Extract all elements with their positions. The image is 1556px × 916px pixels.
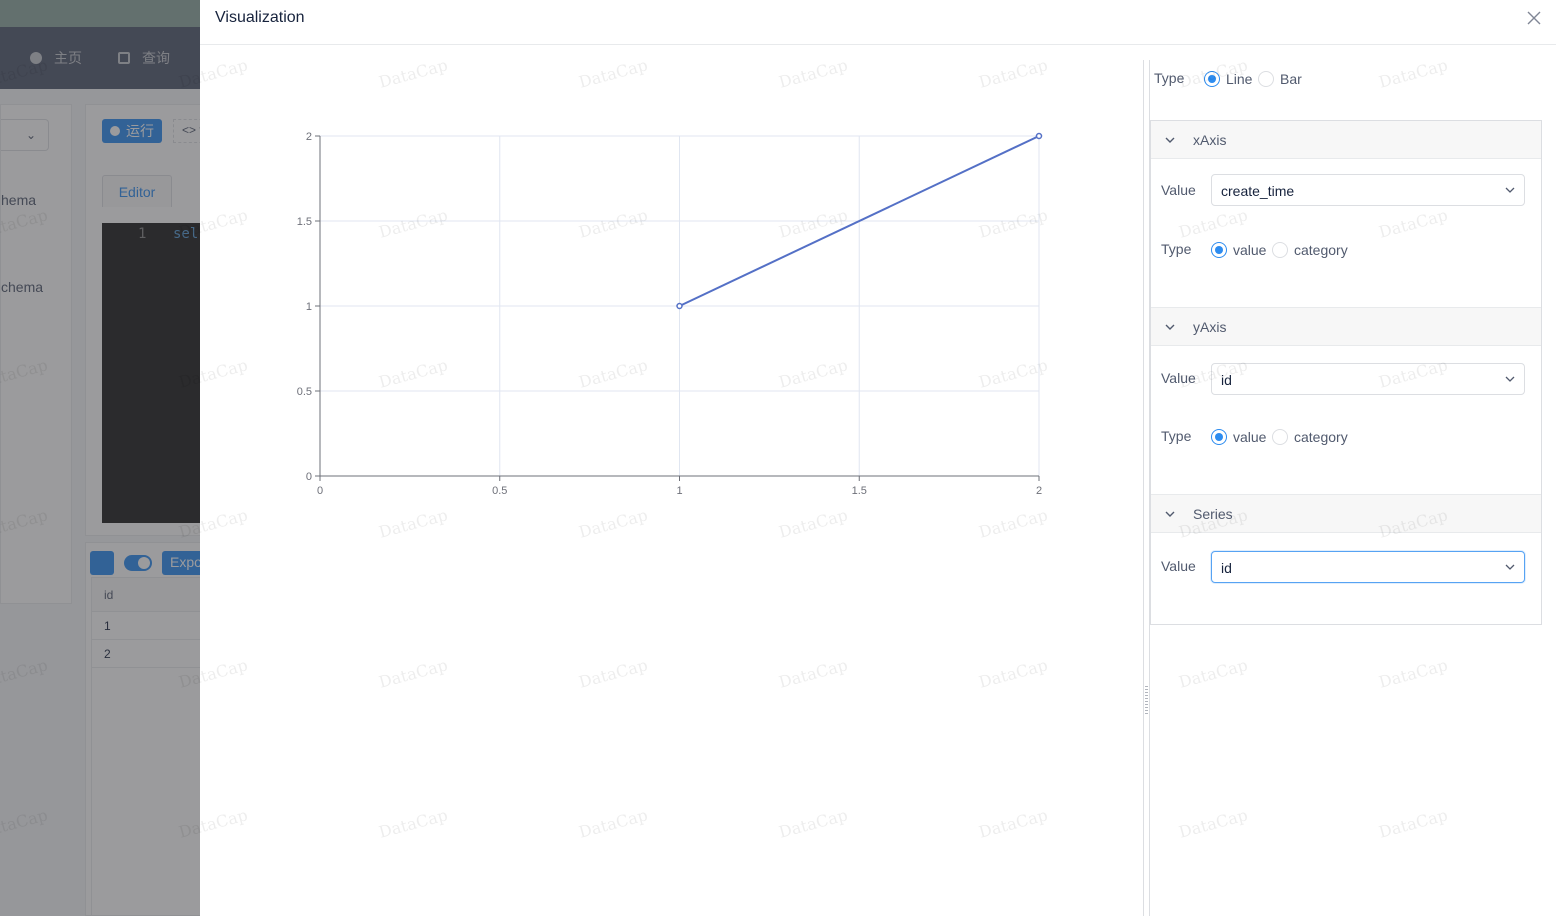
panel-header-xaxis[interactable]: xAxis bbox=[1151, 121, 1541, 159]
chart-area: 0 0.5 1 1.5 2 0 0.5 1 1.5 2 bbox=[200, 45, 1144, 916]
radio-circle bbox=[1204, 71, 1220, 87]
value-label: Value bbox=[1161, 182, 1196, 198]
split-divider[interactable] bbox=[1143, 60, 1150, 916]
panel-body-xaxis: Value create_time Type value category bbox=[1151, 159, 1541, 308]
panel-header-series[interactable]: Series bbox=[1151, 495, 1541, 533]
panel-title: xAxis bbox=[1193, 132, 1227, 148]
x-tick-label: 0.5 bbox=[492, 485, 507, 497]
select-value: id bbox=[1221, 372, 1232, 388]
radio-xaxis-value[interactable]: value bbox=[1211, 242, 1266, 258]
chevron-down-icon bbox=[1505, 564, 1515, 570]
yaxis-value-select[interactable]: id bbox=[1211, 363, 1525, 395]
panel-body-yaxis: Value id Type value category bbox=[1151, 346, 1541, 495]
radio-bar[interactable]: Bar bbox=[1258, 71, 1302, 87]
radio-label: value bbox=[1233, 429, 1267, 445]
radio-label: Line bbox=[1226, 71, 1253, 87]
chevron-down-icon bbox=[1505, 187, 1515, 193]
radio-label: Bar bbox=[1280, 71, 1302, 87]
line-chart: 0 0.5 1 1.5 2 0 0.5 1 1.5 2 bbox=[297, 131, 1043, 497]
panel-header-yaxis[interactable]: yAxis bbox=[1151, 308, 1541, 346]
select-value: id bbox=[1221, 560, 1232, 576]
radio-xaxis-category[interactable]: category bbox=[1272, 242, 1348, 258]
data-point bbox=[676, 302, 683, 310]
x-tick-label: 1.5 bbox=[852, 485, 867, 497]
y-tick-label: 0.5 bbox=[297, 386, 312, 398]
chevron-down-icon bbox=[1505, 376, 1515, 382]
radio-line[interactable]: Line bbox=[1204, 71, 1252, 87]
split-handle[interactable] bbox=[1145, 686, 1148, 716]
x-tick-label: 1 bbox=[676, 485, 682, 497]
radio-label: category bbox=[1294, 429, 1348, 445]
data-point bbox=[1035, 132, 1043, 140]
series-value-select[interactable]: id bbox=[1211, 551, 1525, 583]
x-tick-label: 2 bbox=[1036, 485, 1042, 497]
select-value: create_time bbox=[1221, 183, 1295, 199]
panel-title: Series bbox=[1193, 506, 1233, 522]
radio-circle bbox=[1258, 71, 1274, 87]
y-tick-label: 2 bbox=[306, 131, 312, 143]
close-icon[interactable] bbox=[1526, 10, 1542, 26]
radio-circle bbox=[1272, 429, 1288, 445]
radio-circle bbox=[1211, 429, 1227, 445]
chevron-down-icon bbox=[1165, 511, 1175, 517]
drawer-title: Visualization bbox=[215, 9, 305, 26]
panel-title: yAxis bbox=[1193, 319, 1227, 335]
radio-circle bbox=[1272, 242, 1288, 258]
radio-yaxis-category[interactable]: category bbox=[1272, 429, 1348, 445]
y-tick-label: 0 bbox=[306, 471, 312, 483]
config-collapse: xAxis Value create_time Type value categ… bbox=[1150, 120, 1542, 625]
visualization-drawer: Visualization 0 0.5 1 1.5 2 0 0.5 1 1.5 2 Type Li… bbox=[200, 0, 1556, 916]
value-label: Value bbox=[1161, 558, 1196, 574]
type-label: Type bbox=[1161, 241, 1192, 257]
chevron-down-icon bbox=[1165, 137, 1175, 143]
radio-circle bbox=[1211, 242, 1227, 258]
y-tick-label: 1 bbox=[306, 301, 312, 313]
chart-type-row: Type Line Bar bbox=[1150, 60, 1542, 120]
drawer-header: Visualization bbox=[200, 0, 1556, 45]
type-label: Type bbox=[1161, 428, 1192, 444]
radio-label: category bbox=[1294, 242, 1348, 258]
chart-type-label: Type bbox=[1154, 70, 1185, 86]
config-panel: Type Line Bar xAxis Value create_time Ty… bbox=[1150, 60, 1542, 625]
panel-body-series: Value id bbox=[1151, 533, 1541, 624]
y-tick-label: 1.5 bbox=[297, 216, 312, 228]
value-label: Value bbox=[1161, 370, 1196, 386]
xaxis-value-select[interactable]: create_time bbox=[1211, 174, 1525, 206]
x-tick-label: 0 bbox=[317, 485, 323, 497]
radio-yaxis-value[interactable]: value bbox=[1211, 429, 1266, 445]
radio-label: value bbox=[1233, 242, 1267, 258]
chevron-down-icon bbox=[1165, 324, 1175, 330]
